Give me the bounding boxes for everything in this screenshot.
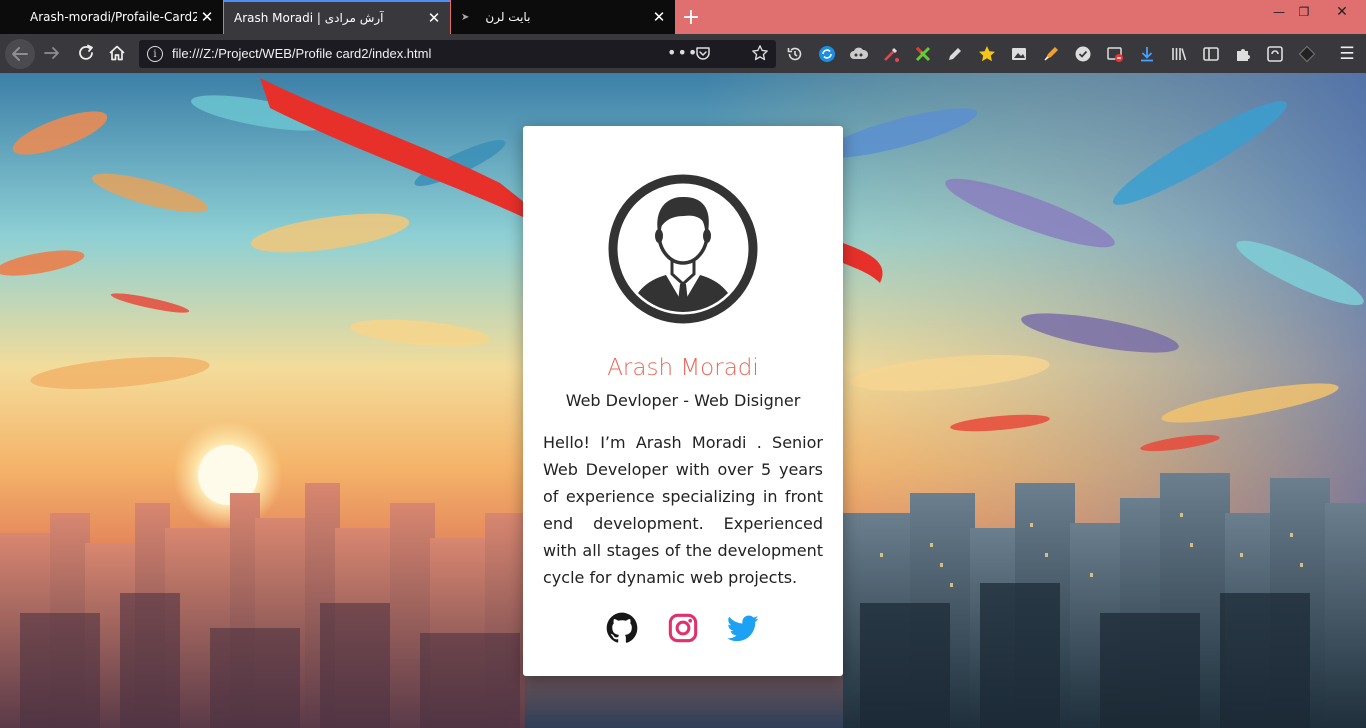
forward-arrow-icon — [44, 47, 59, 59]
github-icon[interactable] — [606, 612, 638, 644]
close-window-button[interactable]: ✕ — [1322, 0, 1362, 24]
blocker-extension-icon[interactable] — [1105, 44, 1125, 64]
tab-title: Arash Moradi | آرش مرادی — [234, 11, 384, 25]
tab-profile-card[interactable]: Arash Moradi | آرش مرادی ✕ — [224, 0, 450, 34]
reload-icon — [79, 44, 93, 60]
profile-name: Arash Moradi — [607, 355, 759, 381]
tab-bytelearn[interactable]: ➤ بایت لرن ✕ — [451, 0, 675, 34]
bookmark-star-icon[interactable] — [751, 44, 769, 62]
hamburger-menu-icon[interactable]: ☰ — [1337, 44, 1357, 64]
favorite-star-icon[interactable] — [977, 44, 997, 64]
downloads-icon[interactable] — [1137, 44, 1157, 64]
close-tab-icon[interactable]: ✕ — [424, 8, 444, 28]
profile-bio: Hello! I’m Arash Moradi . Senior Web Dev… — [543, 433, 823, 587]
instagram-icon[interactable] — [667, 612, 699, 644]
profile-card: Arash Moradi Web Devloper - Web Disigner… — [523, 126, 843, 676]
back-arrow-icon — [12, 47, 28, 61]
forward-button[interactable] — [38, 39, 66, 67]
home-icon — [109, 45, 125, 61]
sidebar-icon[interactable] — [1201, 44, 1221, 64]
pocket-icon[interactable] — [695, 45, 711, 61]
browser-tab-strip: Arash-moradi/Profaile-Card2.git ✕ Arash … — [0, 0, 1366, 34]
sync-extension-icon[interactable] — [817, 44, 837, 64]
tools-extension-icon[interactable] — [913, 44, 933, 64]
diamond-extension-icon[interactable] — [1297, 44, 1317, 64]
translate-extension-icon[interactable] — [1265, 44, 1285, 64]
library-icon[interactable] — [1169, 44, 1189, 64]
extensions-puzzle-icon[interactable] — [1233, 44, 1253, 64]
reload-button[interactable] — [72, 39, 100, 67]
favicon-icon: ➤ — [461, 11, 470, 23]
tab-title: بایت لرن — [485, 10, 531, 24]
check-extension-icon[interactable] — [1073, 44, 1093, 64]
close-tab-icon[interactable]: ✕ — [649, 7, 669, 27]
screenshot-icon[interactable] — [1009, 44, 1029, 64]
new-tab-button[interactable]: + — [678, 4, 704, 30]
url-text[interactable]: file:///Z:/Project/WEB/Profile card2/ind… — [172, 46, 431, 61]
navigation-toolbar: i file:///Z:/Project/WEB/Profile card2/i… — [0, 34, 1366, 73]
pencil-icon[interactable] — [945, 44, 965, 64]
back-button[interactable] — [5, 39, 35, 69]
page-actions-menu-icon[interactable]: ••• — [667, 43, 698, 62]
rocket-extension-icon[interactable] — [1041, 44, 1061, 64]
close-tab-icon[interactable]: ✕ — [197, 7, 217, 27]
address-bar[interactable]: i file:///Z:/Project/WEB/Profile card2/i… — [139, 40, 776, 68]
tab-title: Arash-moradi/Profaile-Card2.git — [30, 10, 197, 24]
profile-role: Web Devloper - Web Disigner — [565, 391, 801, 410]
twitter-icon[interactable] — [727, 612, 759, 644]
tab-github-repo[interactable]: Arash-moradi/Profaile-Card2.git ✕ — [0, 0, 223, 34]
color-picker-icon[interactable] — [881, 44, 901, 64]
user-avatar-icon — [608, 174, 758, 324]
site-info-icon[interactable]: i — [147, 46, 163, 62]
history-icon[interactable] — [785, 44, 805, 64]
maximize-button[interactable]: ❐ — [1289, 0, 1319, 24]
page-viewport: Arash Moradi Web Devloper - Web Disigner… — [0, 73, 1366, 728]
home-button[interactable] — [103, 39, 131, 67]
cloud-extension-icon[interactable] — [849, 44, 869, 64]
